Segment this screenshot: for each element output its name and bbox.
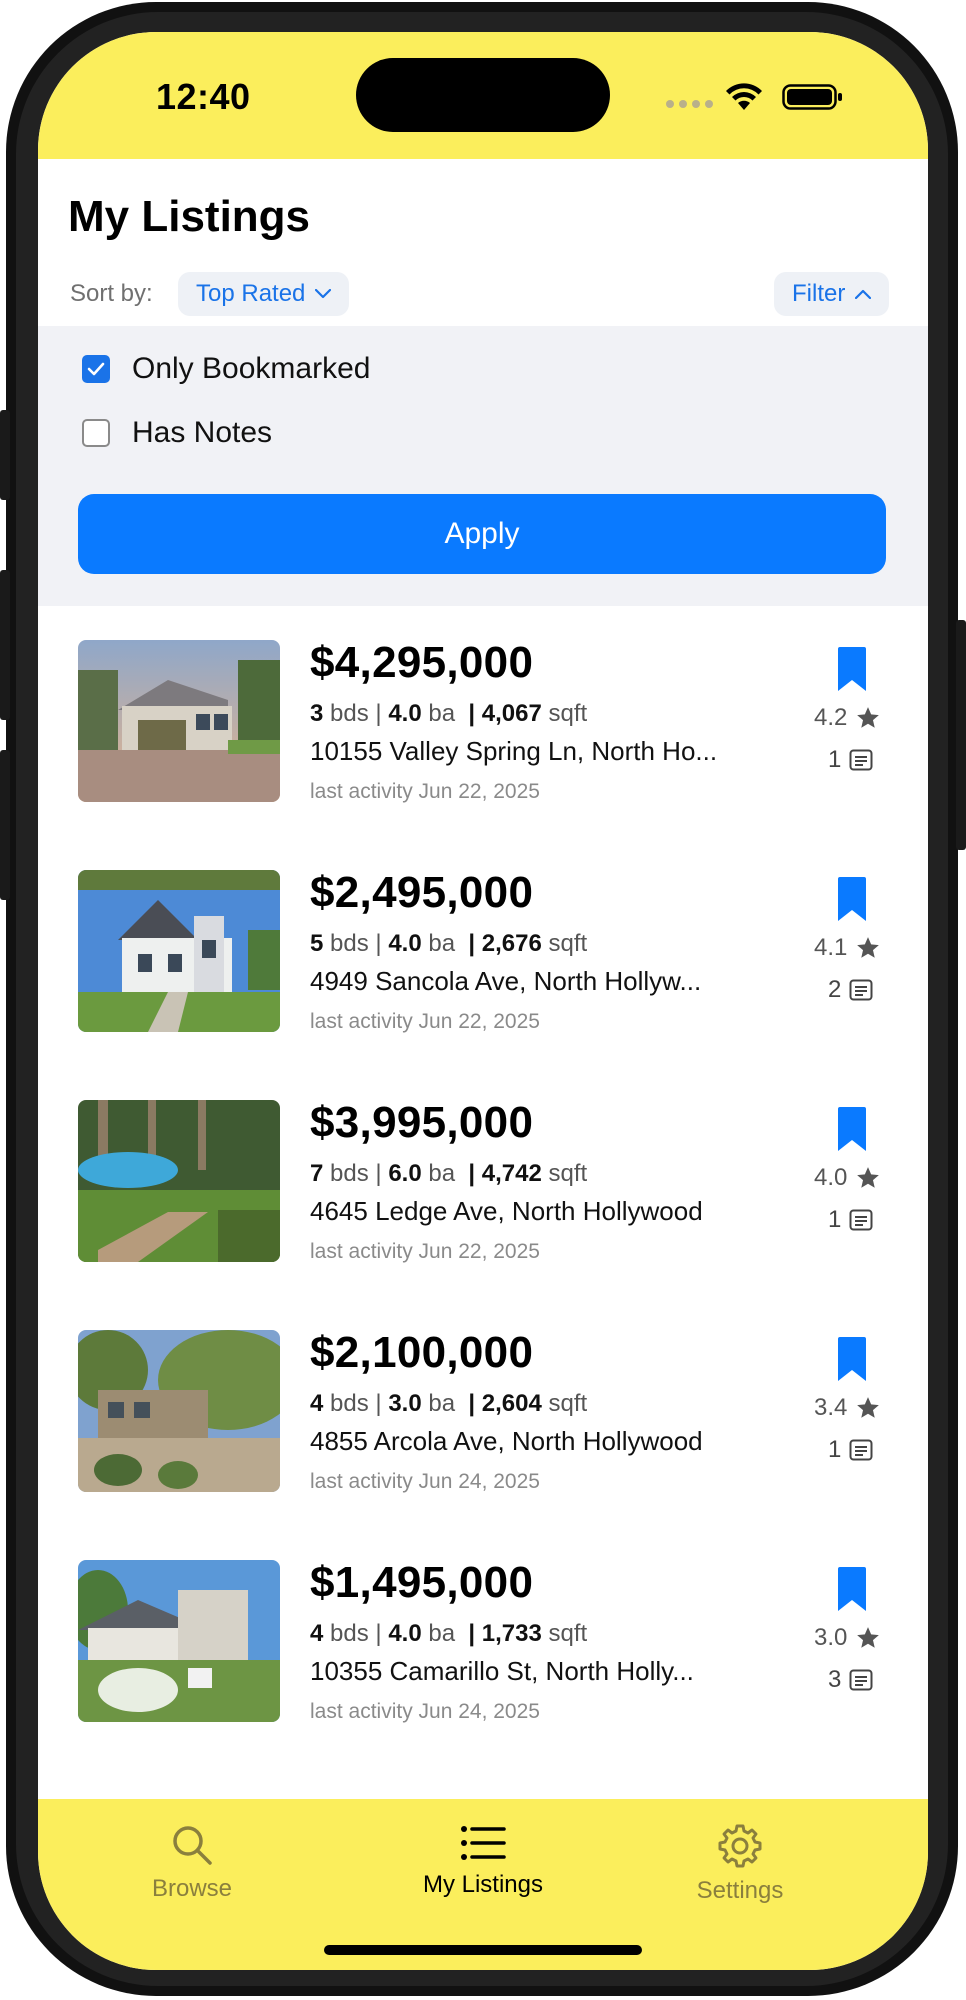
list-icon — [461, 1826, 506, 1860]
listing-activity: last activity Jun 22, 2025 — [310, 1010, 540, 1033]
listing-specs: 7 bds | 6.0 ba | 4,742 sqft — [310, 1160, 588, 1187]
tab-my-listings[interactable]: My Listings — [408, 1823, 558, 1899]
listing-activity: last activity Jun 24, 2025 — [310, 1700, 540, 1723]
action-button — [0, 410, 10, 500]
listing-notes-count: 1 — [828, 746, 873, 774]
status-time: 12:40 — [156, 76, 251, 117]
listing-address: 4949 Sancola Ave, North Hollyw... — [310, 966, 702, 996]
bookmark-icon[interactable] — [836, 646, 868, 692]
listing-rating: 3.4 — [814, 1394, 881, 1422]
bookmark-icon[interactable] — [836, 1106, 868, 1152]
battery-icon — [782, 84, 842, 110]
listing-activity: last activity Jun 24, 2025 — [310, 1470, 540, 1493]
tab-browse[interactable]: Browse — [142, 1823, 242, 1903]
listing-rating: 4.1 — [814, 934, 881, 962]
only-bookmarked-label: Only Bookmarked — [132, 352, 371, 385]
home-indicator[interactable] — [324, 1945, 642, 1955]
listing-row[interactable]: $2,495,000 5 bds | 4.0 ba | 2,676 sqft 4… — [38, 838, 928, 1068]
listing-address: 4645 Ledge Ave, North Hollywood — [310, 1196, 703, 1226]
listing-address: 10155 Valley Spring Ln, North Ho... — [310, 736, 718, 766]
listing-row[interactable]: $2,100,000 4 bds | 3.0 ba | 2,604 sqft 4… — [38, 1298, 928, 1528]
volume-down-button — [0, 750, 10, 900]
listing-photo — [78, 1330, 280, 1492]
filter-label: Filter — [792, 280, 846, 307]
listing-photo — [78, 640, 280, 802]
sort-label: Sort by: — [70, 280, 153, 307]
tab-my-listings-label: My Listings — [422, 1871, 544, 1898]
tab-settings-label: Settings — [696, 1877, 784, 1904]
star-icon — [857, 1627, 880, 1648]
dynamic-island — [356, 58, 610, 132]
notes-icon — [849, 1439, 873, 1461]
cellular-signal-icon — [666, 100, 713, 108]
listing-price: $2,100,000 — [310, 1328, 534, 1377]
listing-notes-count: 1 — [828, 1436, 873, 1464]
listing-notes-count: 1 — [828, 1206, 873, 1234]
chevron-up-icon — [855, 289, 872, 299]
search-icon — [173, 1826, 212, 1865]
listing-row[interactable]: $4,295,000 3 bds | 4.0 ba | 4,067 sqft 1… — [38, 608, 928, 838]
chevron-down-icon — [315, 289, 332, 299]
listing-rating: 4.2 — [814, 704, 881, 732]
listing-rating: 3.0 — [814, 1624, 881, 1652]
listing-photo — [78, 1100, 280, 1262]
notes-icon — [849, 1669, 873, 1691]
checkbox-unchecked-icon — [82, 419, 110, 447]
tab-settings[interactable]: Settings — [680, 1823, 800, 1905]
notes-icon — [849, 1209, 873, 1231]
listing-specs: 5 bds | 4.0 ba | 2,676 sqft — [310, 930, 588, 957]
listing-specs: 4 bds | 3.0 ba | 2,604 sqft — [310, 1390, 588, 1417]
listing-notes-count: 2 — [828, 976, 873, 1004]
listing-row[interactable]: $3,995,000 7 bds | 6.0 ba | 4,742 sqft 4… — [38, 1068, 928, 1298]
star-icon — [857, 937, 880, 958]
bookmark-icon[interactable] — [836, 1566, 868, 1612]
notes-icon — [849, 979, 873, 1001]
phone-frame: 12:40 My Listings Sort by: Top Rated Fil… — [0, 0, 966, 2000]
sort-value: Top Rated — [196, 280, 306, 307]
listing-address: 4855 Arcola Ave, North Hollywood — [310, 1426, 703, 1456]
listing-price: $2,495,000 — [310, 868, 534, 917]
has-notes-label: Has Notes — [132, 416, 273, 449]
status-bar: 12:40 — [38, 32, 928, 159]
tab-browse-label: Browse — [151, 1875, 233, 1902]
bookmark-icon[interactable] — [836, 876, 868, 922]
power-button — [956, 620, 966, 850]
listing-specs: 4 bds | 4.0 ba | 1,733 sqft — [310, 1620, 588, 1647]
screen: 12:40 My Listings Sort by: Top Rated Fil… — [38, 32, 928, 1970]
listing-price: $1,495,000 — [310, 1558, 534, 1607]
listing-rating: 4.0 — [814, 1164, 881, 1192]
listing-photo — [78, 870, 280, 1032]
gear-icon — [718, 1824, 762, 1868]
wifi-icon — [726, 83, 762, 110]
apply-button[interactable]: Apply — [78, 494, 886, 574]
bookmark-icon[interactable] — [836, 1336, 868, 1382]
listing-photo — [78, 1560, 280, 1722]
checkbox-checked-icon — [82, 355, 110, 383]
listing-activity: last activity Jun 22, 2025 — [310, 1240, 540, 1263]
star-icon — [857, 707, 880, 728]
page-title: My Listings — [68, 192, 311, 241]
only-bookmarked-checkbox[interactable]: Only Bookmarked — [82, 352, 370, 386]
star-icon — [857, 1167, 880, 1188]
has-notes-checkbox[interactable]: Has Notes — [82, 416, 272, 450]
listing-specs: 3 bds | 4.0 ba | 4,067 sqft — [310, 700, 588, 727]
filter-button[interactable]: Filter — [774, 272, 890, 316]
star-icon — [857, 1397, 880, 1418]
listing-price: $4,295,000 — [310, 638, 534, 687]
listing-address: 10355 Camarillo St, North Holly... — [310, 1656, 694, 1686]
notes-icon — [849, 749, 873, 771]
listing-row[interactable]: $1,495,000 4 bds | 4.0 ba | 1,733 sqft 1… — [38, 1528, 928, 1758]
sort-dropdown[interactable]: Top Rated — [178, 272, 350, 316]
listing-notes-count: 3 — [828, 1666, 873, 1694]
listing-activity: last activity Jun 22, 2025 — [310, 780, 540, 803]
volume-up-button — [0, 570, 10, 720]
listing-price: $3,995,000 — [310, 1098, 534, 1147]
